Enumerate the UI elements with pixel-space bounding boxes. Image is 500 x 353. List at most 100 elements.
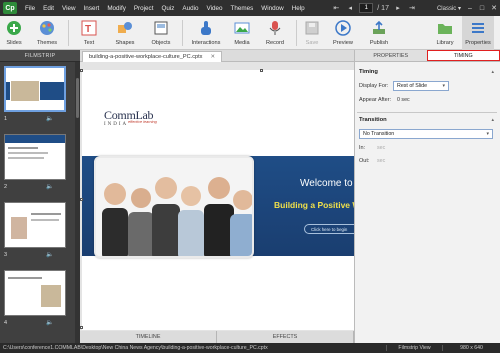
properties-label: Properties (465, 40, 491, 46)
slide-canvas[interactable]: CommLab INDIA effective learning Welcome… (82, 70, 354, 330)
slide-logo-tagline: effective learning (128, 120, 157, 124)
transition-in-label: In: (359, 145, 366, 151)
person-figure (102, 183, 128, 256)
menu-bar: Cp File Edit View Insert Modify Project … (0, 0, 500, 16)
interactions-button[interactable]: Interactions (188, 16, 224, 50)
menu-modify[interactable]: Modify (103, 5, 130, 12)
speaker-icon: 🔈 (46, 252, 54, 258)
resize-handle[interactable] (80, 69, 83, 72)
person-figure (230, 190, 252, 256)
tab-timing[interactable]: TIMING (426, 50, 500, 61)
save-label: Save (305, 40, 319, 46)
publish-button[interactable]: Publish (366, 16, 392, 50)
scrollbar-thumb[interactable] (76, 78, 79, 118)
workspace-select[interactable]: Classic ▾ (437, 5, 461, 12)
resize-handle[interactable] (260, 69, 263, 72)
menu-quiz[interactable]: Quiz (157, 5, 178, 12)
bottom-panel-tabs: TIMELINE EFFECTS (80, 331, 354, 343)
slide-thumbnail-2[interactable] (4, 134, 66, 180)
transition-out-label: Out: (359, 158, 370, 164)
document-tab[interactable]: building-a-positive-workplace-culture_PC… (82, 51, 223, 62)
save-button[interactable]: Save (302, 16, 322, 50)
display-for-select[interactable]: Rest of Slide ▾ (393, 81, 449, 91)
status-bar: C:\Users\conference1.COMMLAB\Desktop\New… (0, 343, 500, 353)
play-icon (335, 20, 351, 36)
slides-button[interactable]: Slides (3, 16, 25, 50)
first-page-icon[interactable]: ⇤ (331, 3, 341, 13)
begin-button[interactable]: Click here to begin (304, 224, 354, 234)
slide-thumbnail-3[interactable] (4, 202, 66, 248)
themes-icon (39, 20, 55, 36)
maximize-icon[interactable]: □ (476, 3, 488, 13)
project-size: 980 x 640 (442, 345, 500, 351)
person-figure (128, 188, 154, 256)
team-photo[interactable] (94, 156, 254, 258)
preview-button[interactable]: Preview (330, 16, 356, 50)
collapse-icon[interactable]: ▴ (491, 117, 494, 123)
document-tab-bar: building-a-positive-workplace-culture_PC… (80, 50, 354, 62)
current-page-input[interactable]: 1 (359, 3, 374, 13)
view-mode: Filmstrip View (386, 345, 442, 351)
objects-button[interactable]: Objects (148, 16, 174, 50)
menu-insert[interactable]: Insert (80, 5, 104, 12)
last-page-icon[interactable]: ⇥ (407, 3, 417, 13)
slide-thumbnail-1[interactable] (4, 66, 66, 112)
transition-out-stepper[interactable]: sec (377, 158, 385, 164)
close-icon[interactable]: ✕ (488, 3, 500, 13)
transition-section-title: Transition (359, 117, 387, 123)
menu-window[interactable]: Window (257, 5, 287, 12)
text-button[interactable]: T Text (78, 16, 100, 50)
toolbar-divider (296, 20, 297, 46)
record-button[interactable]: Record (262, 16, 288, 50)
menu-themes[interactable]: Themes (227, 5, 258, 12)
menu-file[interactable]: File (21, 5, 39, 12)
speaker-icon: 🔈 (46, 116, 54, 122)
thumbnail-text-line (8, 277, 42, 279)
thumbnail-text-line (31, 219, 59, 221)
themes-label: Themes (36, 40, 58, 46)
chevron-down-icon: ▾ (486, 131, 489, 137)
transition-value: No Transition (363, 131, 395, 137)
tab-properties[interactable]: PROPERTIES (355, 50, 427, 61)
person-figure (152, 177, 180, 256)
close-tab-icon[interactable]: ✕ (210, 54, 215, 60)
slide-number: 2 (4, 184, 8, 190)
preview-label: Preview (333, 40, 353, 46)
properties-tab-bar: PROPERTIES TIMING (355, 50, 500, 62)
shapes-button[interactable]: Shapes (112, 16, 138, 50)
resize-handle[interactable] (80, 326, 83, 329)
library-label: Library (436, 40, 454, 46)
display-for-value: Rest of Slide (397, 83, 428, 89)
tab-effects[interactable]: EFFECTS (217, 331, 354, 343)
resize-handle[interactable] (80, 198, 83, 201)
properties-panel: PROPERTIES TIMING Timing ▴ Display For: … (354, 50, 500, 343)
slide-number: 4 (4, 320, 8, 326)
shapes-label: Shapes (115, 40, 135, 46)
properties-button[interactable]: Properties (462, 16, 494, 50)
transition-in-stepper[interactable]: sec (377, 145, 385, 151)
speaker-icon: 🔈 (46, 184, 54, 190)
collapse-icon[interactable]: ▴ (491, 69, 494, 75)
menu-edit[interactable]: Edit (39, 5, 58, 12)
menu-audio[interactable]: Audio (178, 5, 202, 12)
chevron-down-icon: ▾ (442, 83, 445, 89)
display-for-label: Display For: (359, 83, 389, 89)
tab-timeline[interactable]: TIMELINE (80, 331, 217, 343)
media-button[interactable]: Media (230, 16, 254, 50)
stage-area: CommLab INDIA effective learning Welcome… (80, 62, 354, 331)
minimize-icon[interactable]: – (464, 3, 476, 13)
menu-video[interactable]: Video (203, 5, 227, 12)
interactions-label: Interactions (191, 40, 221, 46)
slide-thumbnail-4[interactable] (4, 270, 66, 316)
menu-view[interactable]: View (58, 5, 80, 12)
transition-select[interactable]: No Transition ▾ (359, 129, 493, 139)
themes-button[interactable]: Themes (34, 16, 60, 50)
next-page-icon[interactable]: ▸ (393, 3, 403, 13)
appear-after-label: Appear After: (359, 97, 392, 103)
previous-page-icon[interactable]: ◂ (345, 3, 355, 13)
appear-after-stepper[interactable]: 0 sec (397, 97, 410, 103)
menu-help[interactable]: Help (288, 5, 309, 12)
menu-project[interactable]: Project (130, 5, 158, 12)
library-button[interactable]: Library (432, 16, 458, 50)
properties-icon (470, 20, 486, 36)
